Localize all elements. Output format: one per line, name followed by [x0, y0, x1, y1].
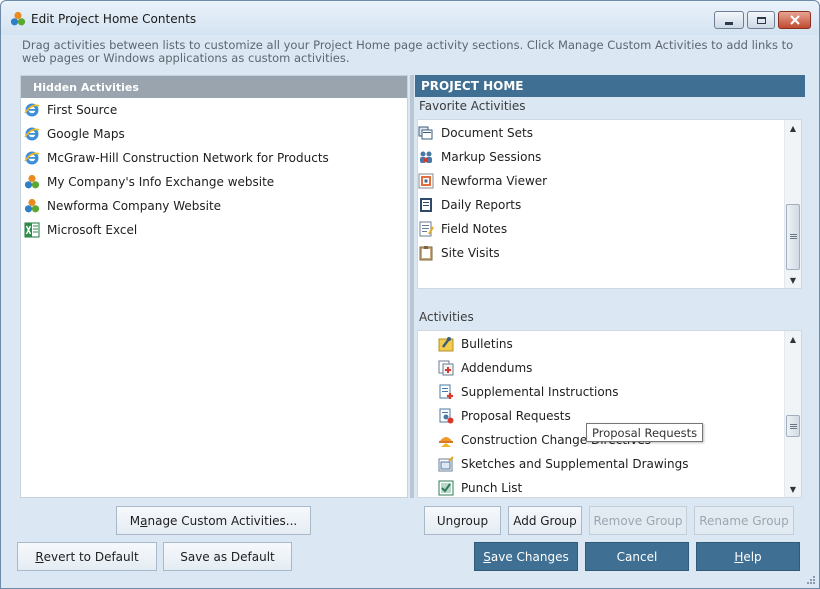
construction-change-icon: [439, 437, 453, 447]
remove-group-button[interactable]: Remove Group: [589, 506, 687, 535]
proposal-requests-icon: [439, 408, 454, 424]
panel-splitter[interactable]: [410, 75, 414, 498]
save-changes-button[interactable]: Save Changes: [474, 542, 578, 571]
activities-scroll-thumb[interactable]: [786, 415, 800, 437]
hidden-item-google-maps[interactable]: Google Maps: [24, 124, 125, 144]
manage-custom-activities-button[interactable]: Ma nage Custom Activities...: [116, 506, 311, 535]
activities-list[interactable]: Bulletins Addendums Supplemental Instruc…: [417, 330, 802, 498]
favorite-item-daily-reports[interactable]: Daily Reports: [418, 195, 521, 215]
activity-item-supplemental-instructions[interactable]: Supplemental Instructions: [438, 382, 619, 402]
revert-to-default-button[interactable]: Revert to Default: [17, 542, 157, 571]
sketches-icon: [438, 456, 454, 472]
favorite-item-site-visits[interactable]: Site Visits: [418, 243, 500, 263]
scroll-down-icon[interactable]: ▼: [785, 274, 801, 288]
scroll-up-icon[interactable]: ▲: [785, 333, 801, 347]
activity-item-sketches[interactable]: Sketches and Supplemental Drawings: [438, 454, 688, 474]
site-visits-icon: [419, 246, 433, 261]
markup-sessions-icon: [420, 151, 432, 163]
title-bar[interactable]: Edit Project Home Contents: [1, 1, 819, 35]
daily-reports-icon: [420, 198, 432, 212]
favorites-scrollbar[interactable]: ▲ ▼: [784, 120, 801, 288]
field-notes-icon: [419, 221, 434, 237]
add-group-button[interactable]: Add Group: [508, 506, 582, 535]
punch-list-icon: [438, 480, 454, 496]
minimize-button[interactable]: [714, 11, 744, 29]
ie-icon: [24, 151, 40, 165]
activities-scrollbar[interactable]: ▲ ▼: [784, 331, 801, 497]
favorite-item-field-notes[interactable]: Field Notes: [418, 219, 507, 239]
bulletins-icon: [438, 337, 454, 352]
item-tooltip: Proposal Requests: [586, 423, 704, 442]
favorite-item-document-sets[interactable]: Document Sets: [418, 123, 533, 143]
scroll-up-icon[interactable]: ▲: [785, 122, 801, 136]
activity-item-punch-list[interactable]: Punch List: [438, 478, 522, 497]
save-as-default-button[interactable]: Save as Default: [163, 542, 292, 571]
instructions-text: Drag activities between lists to customi…: [22, 38, 794, 65]
hidden-item-newforma-website[interactable]: Newforma Company Website: [24, 196, 221, 216]
newforma-icon: [24, 198, 40, 213]
ie-icon: [24, 127, 40, 141]
ie-icon: [24, 103, 40, 117]
favorite-activities-list[interactable]: Document Sets Markup Sessions Newforma V…: [417, 119, 802, 289]
cancel-button[interactable]: Cancel: [585, 542, 689, 571]
resize-grip-icon[interactable]: [806, 575, 816, 585]
help-button[interactable]: Help: [696, 542, 800, 571]
maximize-button[interactable]: [747, 11, 775, 29]
activity-item-bulletins[interactable]: Bulletins: [438, 334, 513, 354]
favorite-item-markup-sessions[interactable]: Markup Sessions: [418, 147, 541, 167]
close-icon: [789, 15, 800, 25]
favorites-scroll-thumb[interactable]: [786, 204, 800, 270]
activity-item-addendums[interactable]: Addendums: [438, 358, 532, 378]
newforma-app-icon: [10, 11, 26, 26]
project-home-header: PROJECT HOME: [415, 75, 805, 97]
maximize-icon: [756, 16, 766, 24]
minimize-icon: [725, 21, 733, 25]
hidden-item-first-source[interactable]: First Source: [24, 100, 117, 120]
dialog-window: Edit Project Home Contents Drag activiti…: [0, 0, 820, 589]
hidden-activities-list[interactable]: Hidden Activities First Source Google Ma…: [20, 75, 408, 498]
ungroup-button[interactable]: Ungroup: [424, 506, 501, 535]
close-button[interactable]: [778, 11, 811, 29]
scroll-down-icon[interactable]: ▼: [785, 483, 801, 497]
hidden-item-info-exchange[interactable]: My Company's Info Exchange website: [24, 172, 274, 192]
favorite-item-newforma-viewer[interactable]: Newforma Viewer: [418, 171, 547, 191]
activities-label: Activities: [419, 310, 474, 324]
hidden-item-mcgraw-hill[interactable]: McGraw-Hill Construction Network for Pro…: [24, 148, 329, 168]
excel-icon: [24, 222, 40, 238]
addendums-icon: [438, 360, 454, 376]
hidden-activities-header: Hidden Activities: [21, 76, 407, 98]
favorite-activities-label: Favorite Activities: [419, 99, 526, 113]
activity-item-proposal-requests[interactable]: Proposal Requests: [438, 406, 571, 426]
hidden-item-excel[interactable]: Microsoft Excel: [24, 220, 137, 240]
viewer-icon: [418, 173, 434, 189]
document-sets-icon: [418, 126, 433, 140]
rename-group-button[interactable]: Rename Group: [694, 506, 794, 535]
window-title: Edit Project Home Contents: [31, 12, 197, 26]
supplemental-instructions-icon: [439, 384, 453, 399]
newforma-icon: [24, 174, 40, 189]
